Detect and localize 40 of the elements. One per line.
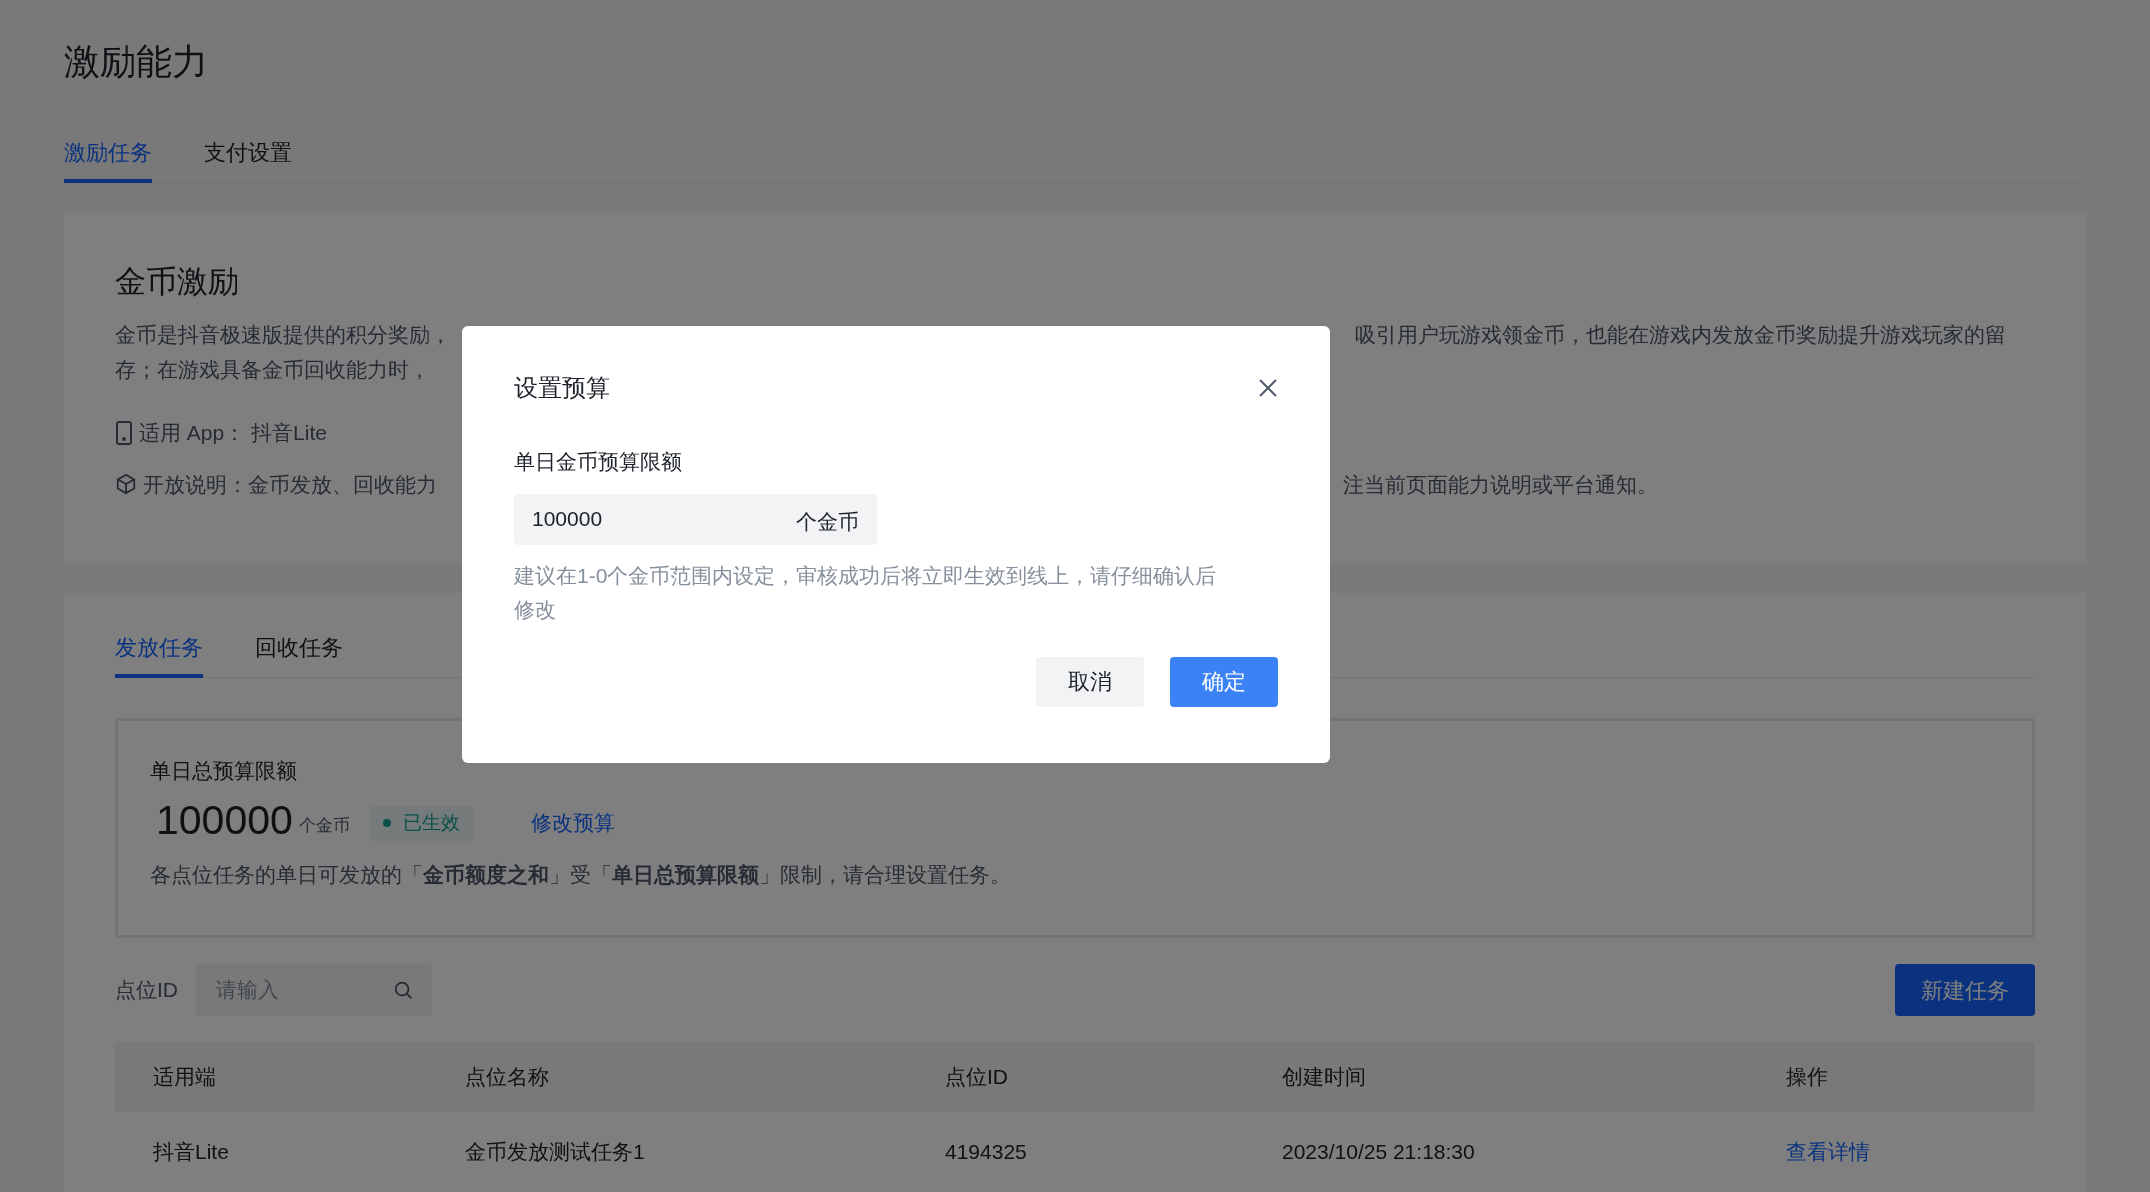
close-icon[interactable]	[1258, 378, 1278, 398]
table-cell-text: 抖音Lite	[153, 1139, 230, 1166]
description-text: 吸引用户玩游戏领金币，也能在游戏内发放金币奖励提升游戏玩家的留	[1355, 322, 2006, 348]
table-cell-text: 4194325	[945, 1139, 1028, 1166]
budget-note: 各点位任务的单日可发放的「金币额度之和」受「单日总预算限额」限制，请合理设置任务。	[150, 861, 1012, 888]
table-cell-text: 2023/10/25 21:18:30	[1282, 1139, 1476, 1166]
description-text: 存；在游戏具备金币回收能力时，	[115, 358, 430, 381]
column-header: 点位ID	[945, 1064, 1009, 1091]
table-cell-text: 金币发放测试任务1	[465, 1139, 646, 1166]
search-icon	[392, 979, 414, 1001]
tab[interactable]: 支付设置	[204, 136, 292, 183]
budget-amount: 100000	[156, 795, 293, 845]
card-title: 金币激励	[115, 263, 240, 301]
field-label: 单日金币预算限额	[514, 449, 683, 475]
new-task-button[interactable]: 新建任务	[1895, 964, 2035, 1016]
hint-text: 建议在1-0个金币范围内设定，审核成功后将立即生效到线上，请仔细确认后修改	[514, 562, 1218, 623]
app-text: 适用 App： 抖音Lite	[139, 420, 327, 446]
column-header: 操作	[1786, 1064, 1829, 1091]
page-title: 激励能力	[64, 40, 209, 84]
description-text: 开放说明：金币发放、回收能力	[143, 471, 437, 498]
unit-suffix: 个金币	[796, 508, 859, 535]
dialog-title: 设置预算	[514, 373, 610, 403]
tab[interactable]: 激励任务	[64, 136, 152, 183]
cancel-button[interactable]: 取消	[1036, 656, 1144, 707]
edit-budget-link[interactable]: 修改预算	[530, 807, 615, 839]
column-header: 适用端	[153, 1064, 217, 1091]
unit-text: 个金币	[298, 815, 350, 837]
cube-icon	[115, 473, 137, 496]
budget-label: 单日总预算限额	[150, 758, 298, 784]
column-header: 点位名称	[465, 1064, 550, 1091]
description-text: 注当前页面能力说明或平台通知。	[1343, 471, 1658, 498]
description-text: 金币是抖音极速版提供的积分奖励，	[115, 323, 451, 346]
status-tag: 已生效	[369, 806, 473, 841]
phone-icon	[115, 420, 133, 445]
tab[interactable]: 回收任务	[255, 631, 343, 678]
confirm-button[interactable]: 确定	[1170, 656, 1278, 707]
tab[interactable]: 发放任务	[115, 631, 203, 678]
view-details-link[interactable]: 查看详情	[1786, 1136, 1870, 1168]
column-header: 创建时间	[1282, 1064, 1367, 1091]
filter-label: 点位ID	[115, 977, 178, 1004]
